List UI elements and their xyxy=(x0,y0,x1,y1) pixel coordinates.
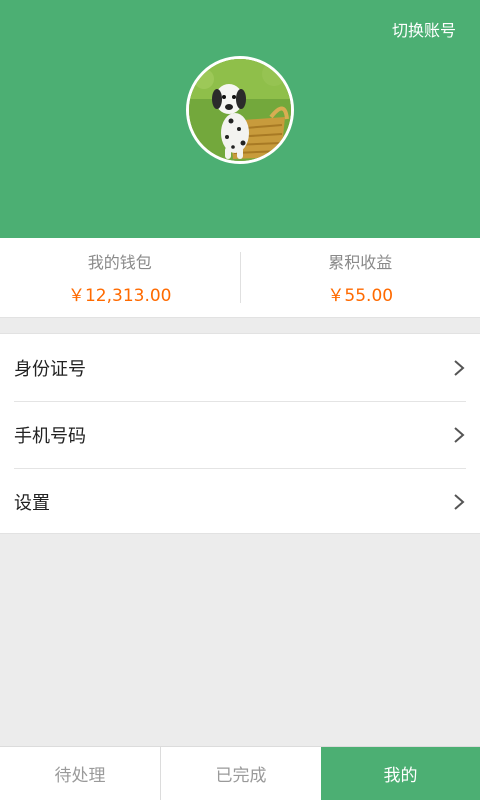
menu-item-settings[interactable]: 设置 xyxy=(0,468,480,535)
profile-screen: 切换账号 我的钱包 ￥12,313.00 累积收益 ￥55.00 身份证号 手机… xyxy=(0,0,480,800)
avatar[interactable] xyxy=(186,56,294,164)
dalmatian-puppy-avatar xyxy=(189,59,291,161)
chevron-right-icon xyxy=(454,426,465,443)
tab-mine[interactable]: 我的 xyxy=(321,747,480,800)
tab-completed[interactable]: 已完成 xyxy=(160,747,321,800)
settings-menu: 身份证号 手机号码 设置 xyxy=(0,333,480,534)
earnings-value: ￥55.00 xyxy=(327,286,394,306)
menu-item-label: 设置 xyxy=(14,492,50,514)
menu-item-label: 身份证号 xyxy=(14,358,86,380)
earnings-stat[interactable]: 累积收益 ￥55.00 xyxy=(241,238,480,317)
stats-bar: 我的钱包 ￥12,313.00 累积收益 ￥55.00 xyxy=(0,238,480,318)
wallet-value: ￥12,313.00 xyxy=(67,286,172,306)
wallet-stat[interactable]: 我的钱包 ￥12,313.00 xyxy=(0,238,240,317)
switch-account-button[interactable]: 切换账号 xyxy=(392,17,456,41)
bottom-tab-bar: 待处理 已完成 我的 xyxy=(0,746,480,800)
tab-pending[interactable]: 待处理 xyxy=(0,747,160,800)
chevron-right-icon xyxy=(454,359,465,376)
menu-item-id-number[interactable]: 身份证号 xyxy=(0,334,480,401)
menu-item-label: 手机号码 xyxy=(14,425,86,447)
earnings-label: 累积收益 xyxy=(328,253,393,272)
wallet-label: 我的钱包 xyxy=(87,253,152,272)
menu-item-phone[interactable]: 手机号码 xyxy=(0,401,480,468)
chevron-right-icon xyxy=(454,493,465,510)
profile-header: 切换账号 xyxy=(0,0,480,238)
